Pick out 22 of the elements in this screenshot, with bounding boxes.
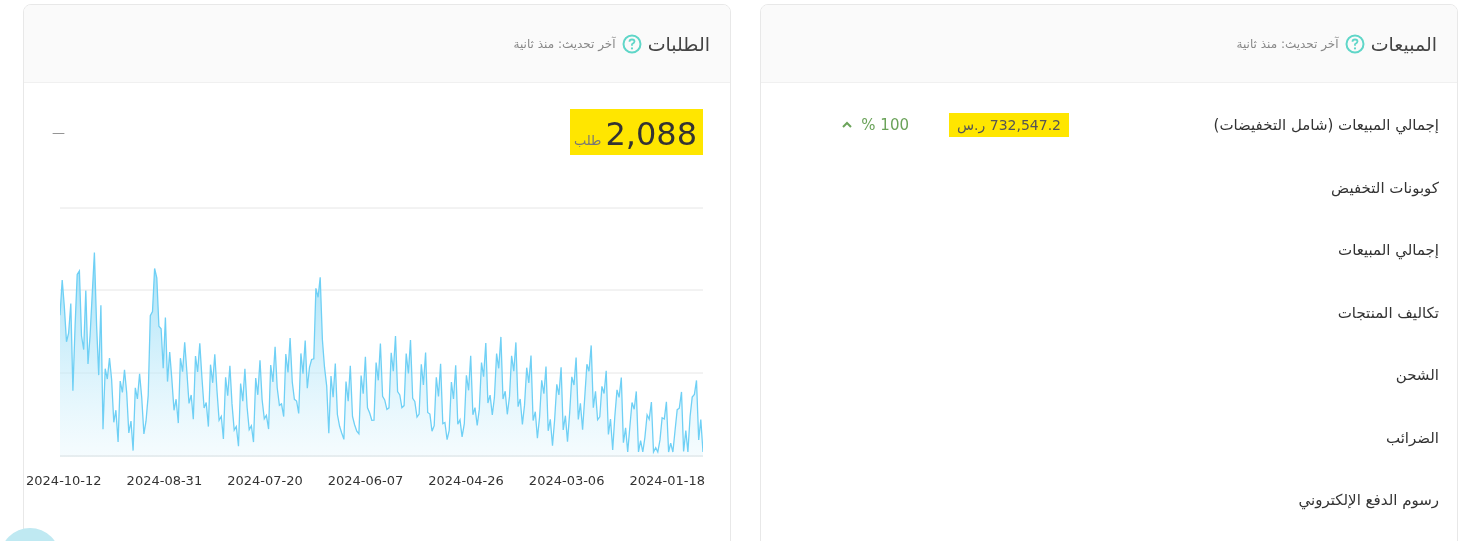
metric-label: كوبونات التخفيض xyxy=(1330,178,1439,197)
metric-label: الشحن xyxy=(1394,366,1439,385)
help-icon[interactable] xyxy=(621,33,642,54)
axis-date-label: 2024-06-07 xyxy=(327,473,404,488)
panel-title: المبيعات xyxy=(1370,32,1437,55)
axis-date-label: 2024-01-18 xyxy=(629,473,705,488)
metric-label: تكاليف المنتجات xyxy=(1336,303,1439,322)
last-updated-text: آخر تحديث: منذ ثانية xyxy=(513,36,616,51)
axis-date-label: 2024-03-06 xyxy=(528,473,605,488)
change-percent: 100 % xyxy=(861,116,909,135)
metric-label: إجمالي المبيعات xyxy=(1337,241,1439,260)
help-icon[interactable] xyxy=(1344,33,1365,54)
axis-date-label: 2024-08-31 xyxy=(126,473,203,488)
metric-label: الضرائب xyxy=(1384,428,1439,447)
change-indicator: — xyxy=(52,124,65,140)
axis-date-label: 2024-10-12 xyxy=(26,473,102,488)
last-updated-text: آخر تحديث: منذ ثانية xyxy=(1236,36,1339,51)
metric-label: رسوم الدفع الإلكتروني xyxy=(1297,491,1439,510)
metric-label: إجمالي المبيعات (شامل التخفيضات) xyxy=(1212,116,1439,135)
axis-date-label: 2024-07-20 xyxy=(227,473,303,488)
panel-title: الطلبات xyxy=(647,32,710,55)
axis-date-label: 2024-04-26 xyxy=(428,473,504,488)
